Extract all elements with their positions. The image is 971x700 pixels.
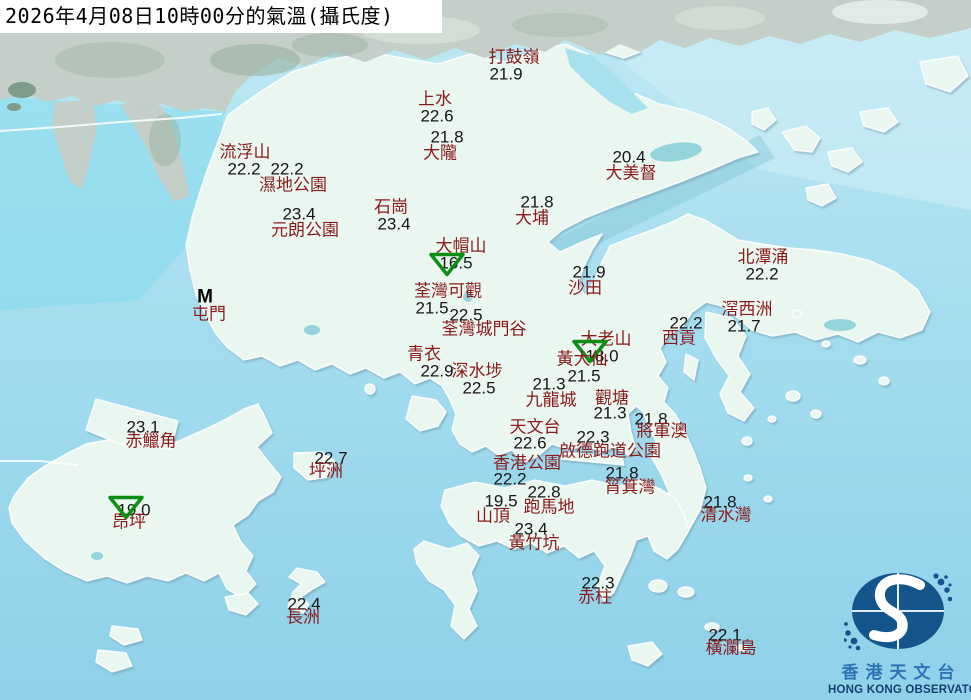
hko-logo-english-name: HONG KONG OBSERVATORY	[828, 683, 968, 698]
temperature-map: 21.9打鼓嶺22.6上水21.8大隴22.2流浮山22.2濕地公園23.4石崗…	[0, 0, 971, 700]
station-name: 坪洲	[309, 463, 343, 480]
station-temperature: 21.5	[567, 368, 600, 385]
station-name: 流浮山	[220, 144, 271, 161]
station-name: 觀塘	[595, 390, 629, 407]
station-temperature: 22.2	[227, 161, 260, 178]
station-name: 深水埗	[452, 363, 503, 380]
station-name: 山頂	[476, 508, 510, 525]
station-name: 香港公園	[493, 455, 561, 472]
station-name: 赤柱	[578, 589, 612, 606]
station-name: 大隴	[423, 145, 457, 162]
map-title: 2026年4月08日10時00分的氣溫(攝氏度)	[0, 0, 394, 33]
station-name: 上水	[418, 91, 452, 108]
title-bar: 2026年4月08日10時00分的氣溫(攝氏度)	[0, 0, 442, 33]
station-temperature: 22.2	[493, 471, 526, 488]
station-name: 筲箕灣	[605, 479, 656, 496]
station-name: 九龍城	[526, 392, 577, 409]
green-triangle-marker	[428, 251, 466, 278]
station-name: 荃灣城門谷	[442, 321, 527, 338]
hko-logo-icon	[844, 569, 952, 657]
station-temperature: 22.6	[513, 435, 546, 452]
station-name: 屯門	[192, 306, 226, 323]
station-temperature: 22.2	[745, 266, 778, 283]
station-name: 天文台	[510, 419, 561, 436]
station-name: 元朗公園	[271, 222, 339, 239]
station-name: 黃竹坑	[509, 535, 560, 552]
station-name: 北潭涌	[738, 249, 789, 266]
station-name: 大埔	[515, 210, 549, 227]
hko-logo: 香港天文台 HONG KONG OBSERVATORY	[828, 569, 968, 698]
station-name: 青衣	[407, 346, 441, 363]
station-name: 赤鱲角	[126, 433, 177, 450]
station-name: 長洲	[286, 609, 320, 626]
hko-logo-chinese-name: 香港天文台	[828, 662, 968, 683]
station-name: 跑馬地	[524, 499, 575, 516]
station-name: 西貢	[662, 330, 696, 347]
station-name: 石崗	[374, 199, 408, 216]
station-temperature: 22.9	[420, 363, 453, 380]
station-name: 打鼓嶺	[489, 49, 540, 66]
station-name: 沙田	[568, 280, 602, 297]
green-triangle-marker	[107, 494, 145, 521]
station-name: 橫瀾島	[706, 640, 757, 657]
station-temperature: 21.7	[727, 318, 760, 335]
station-temperature: 22.6	[420, 108, 453, 125]
station-name: 清水灣	[701, 507, 752, 524]
station-name: 濕地公園	[259, 177, 327, 194]
station-name: 啟德跑道公園	[559, 443, 661, 460]
stations-layer: 21.9打鼓嶺22.6上水21.8大隴22.2流浮山22.2濕地公園23.4石崗…	[0, 0, 971, 700]
station-temperature: 22.5	[462, 380, 495, 397]
station-temperature: 21.5	[415, 300, 448, 317]
station-name: 滘西洲	[722, 301, 773, 318]
station-name: 黃大仙	[557, 351, 608, 368]
station-name: 大美督	[606, 165, 657, 182]
station-temperature: 21.9	[489, 66, 522, 83]
no-data-marker: M	[197, 288, 213, 307]
station-temperature: 23.4	[377, 216, 410, 233]
station-name: 將軍澳	[637, 423, 688, 440]
station-name: 荃灣可觀	[414, 283, 482, 300]
